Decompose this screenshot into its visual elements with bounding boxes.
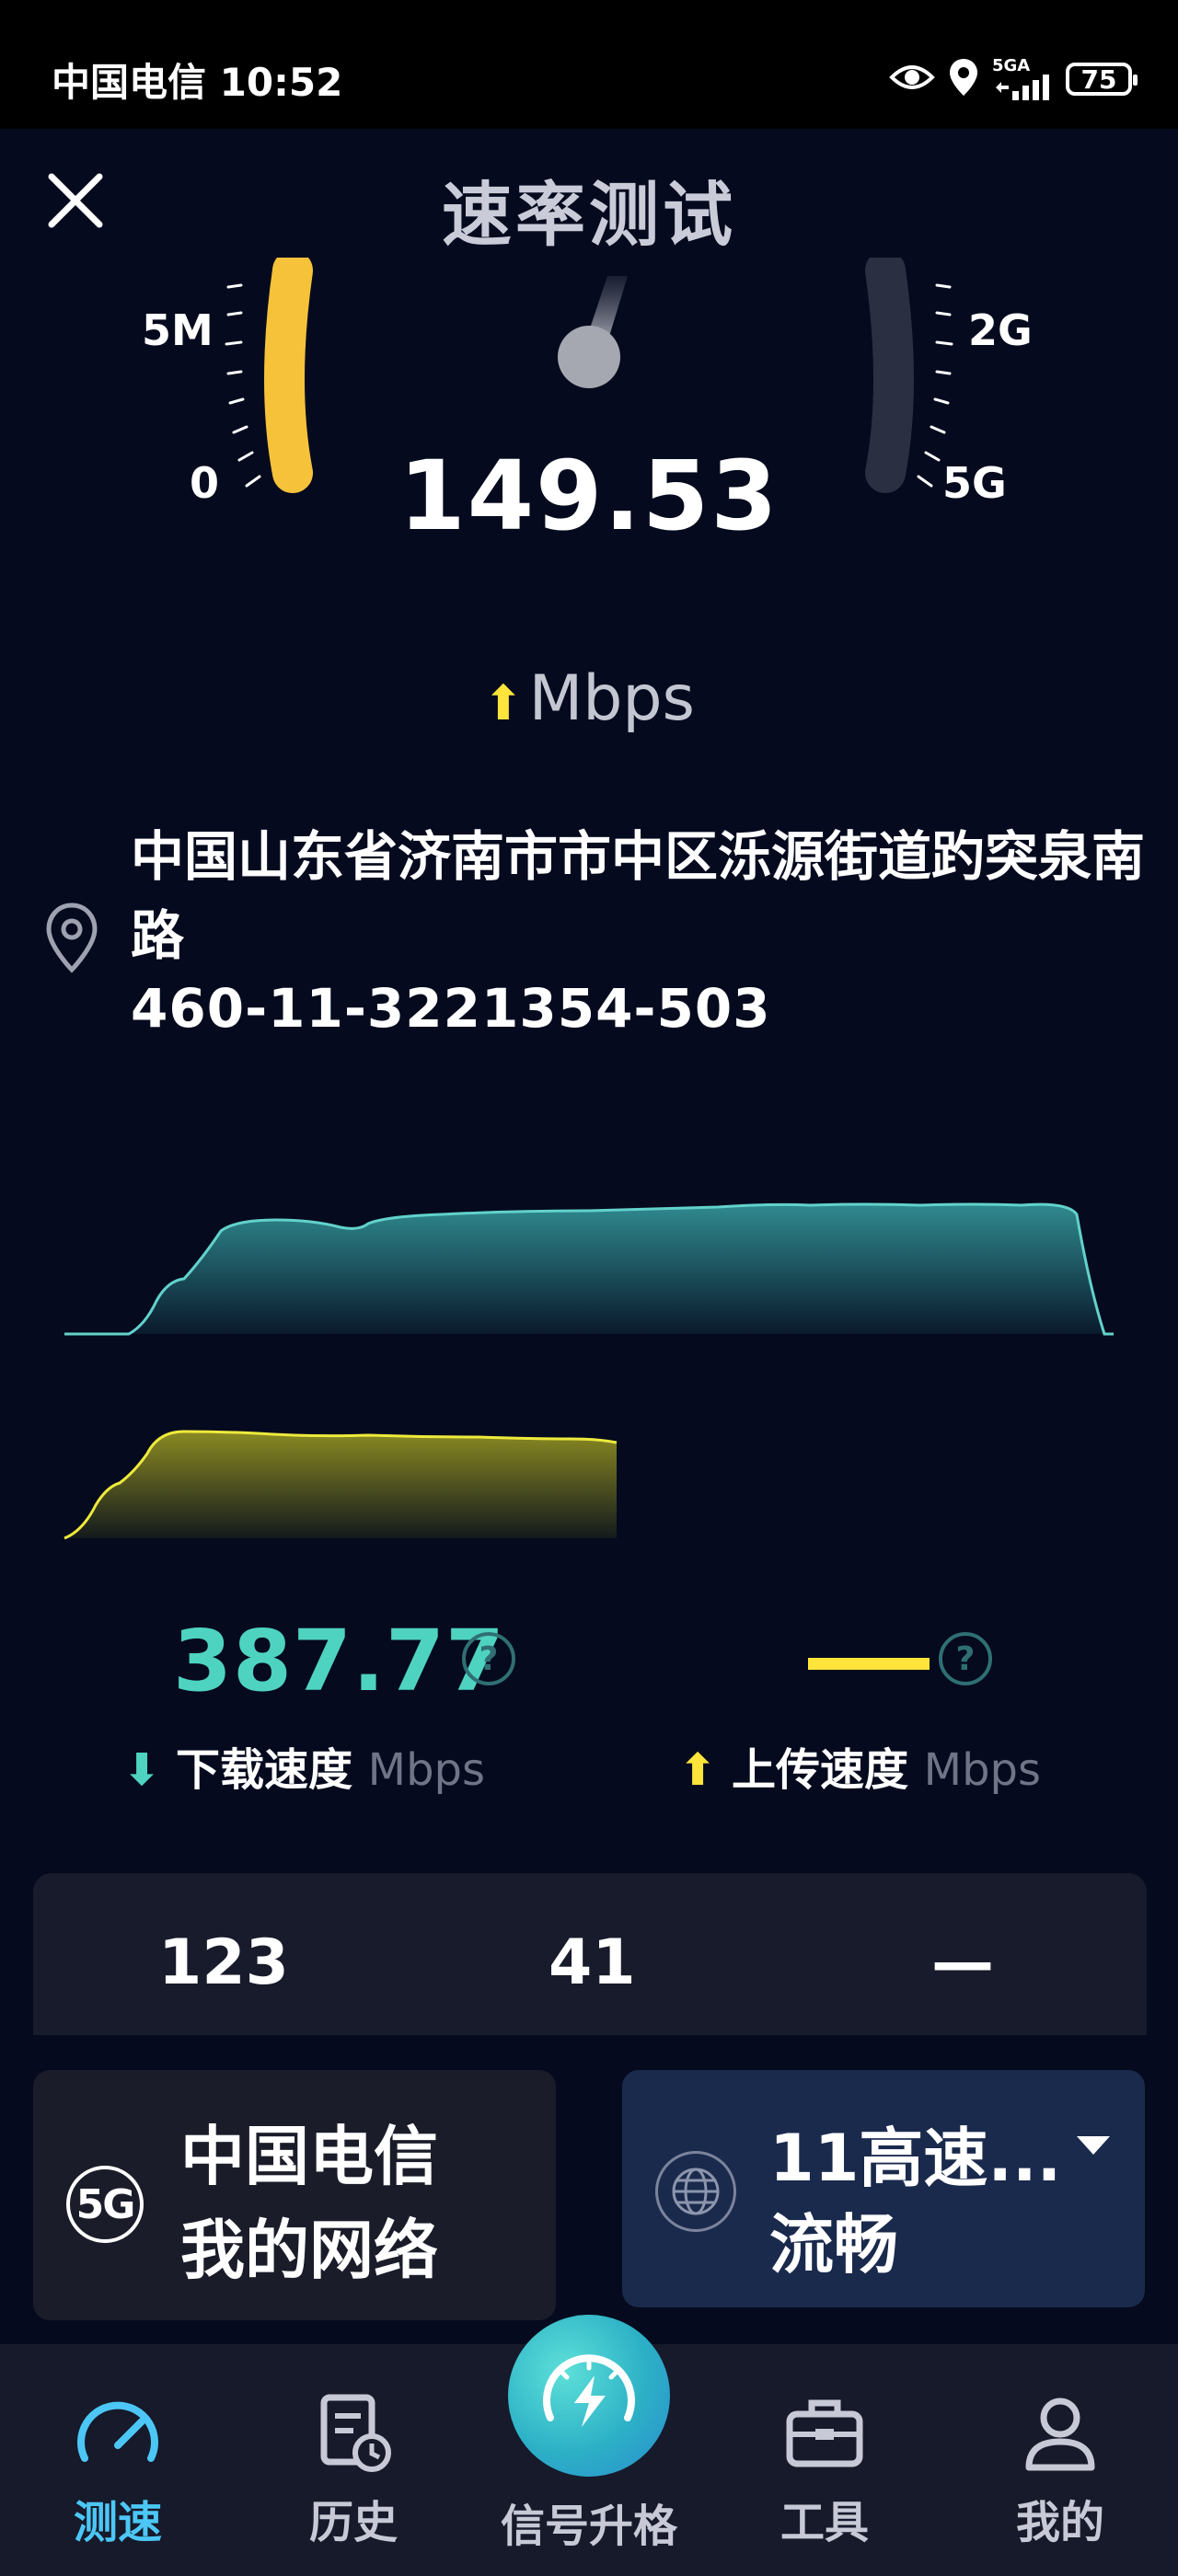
location-address: 中国山东省济南市市中区泺源街道趵突泉南路 (131, 825, 1146, 967)
speed-unit: Mbps (528, 662, 695, 735)
stats-card: 123 41 — (33, 1873, 1147, 2035)
nav-speed-test[interactable]: 测速 (26, 2344, 210, 2576)
download-label: ⬇ 下载速度 Mbps (123, 1744, 486, 1796)
upload-graph-area (64, 1432, 617, 1538)
nav-signal-boost[interactable] (508, 2315, 670, 2477)
stat-loss: — (931, 1926, 994, 1999)
speedometer-icon (77, 2401, 158, 2462)
battery-indicator: 75 (1066, 63, 1138, 96)
profile-icon (1025, 2398, 1095, 2471)
cell-id: 460-11-3221354-503 (131, 977, 771, 1040)
download-graph-area (64, 1204, 1114, 1334)
current-speed: 149.53 (398, 440, 780, 552)
eye-icon (889, 61, 935, 98)
download-speed-value: 387.77 (173, 1612, 506, 1710)
download-arrow-icon: ⬇ (123, 1744, 161, 1796)
network-type: 5GA (992, 56, 1031, 75)
chevron-down-icon[interactable] (1075, 2133, 1112, 2162)
page-title: 速率测试 (442, 174, 736, 256)
download-help-icon[interactable]: ? (462, 1632, 515, 1685)
wifi-name: 11高速... (769, 2121, 1062, 2196)
5g-badge-icon: 5G (66, 2166, 144, 2243)
cellular-network-card[interactable]: 5G 中国电信 我的网络 (33, 2070, 556, 2320)
stat-jitter: 41 (549, 1926, 636, 1999)
wifi-network-card[interactable]: 11高速... 流畅 (622, 2070, 1145, 2307)
gauge-label-2g: 2G (968, 305, 1033, 355)
signal-boost-icon (543, 2354, 635, 2427)
speed-graphs (0, 1178, 1178, 1564)
location-icon (948, 57, 979, 101)
history-icon (320, 2394, 391, 2472)
status-bar: 中国电信 10:52 5GA 75 (0, 0, 1178, 129)
wifi-status: 流畅 (769, 2207, 898, 2283)
stat-latency: 123 (158, 1926, 289, 1999)
upload-arrow-icon: ⬆ (482, 676, 524, 731)
speed-unit-row: ⬆Mbps (0, 662, 1178, 735)
gauge-label-5m: 5M (142, 305, 214, 355)
gauge-hub (558, 326, 620, 388)
signal-icon: 5GA (992, 58, 1053, 100)
toolbox-icon (786, 2399, 863, 2467)
upload-help-icon[interactable]: ? (939, 1632, 992, 1685)
location-pin-icon (44, 902, 99, 975)
operator-name: 中国电信 (180, 2119, 438, 2194)
upload-label: ⬆ 上传速度 Mbps (679, 1744, 1042, 1796)
carrier-time: 中国电信 10:52 (52, 60, 343, 105)
upload-speed-placeholder (808, 1658, 930, 1670)
status-icons: 5GA 75 (889, 55, 1138, 103)
globe-icon (655, 2151, 736, 2232)
upload-arrow-icon: ⬆ (679, 1744, 717, 1796)
nav-profile[interactable]: 我的 (968, 2344, 1152, 2576)
network-name: 我的网络 (180, 2213, 438, 2288)
nav-signal-boost-label: 信号升格 (500, 2501, 677, 2552)
